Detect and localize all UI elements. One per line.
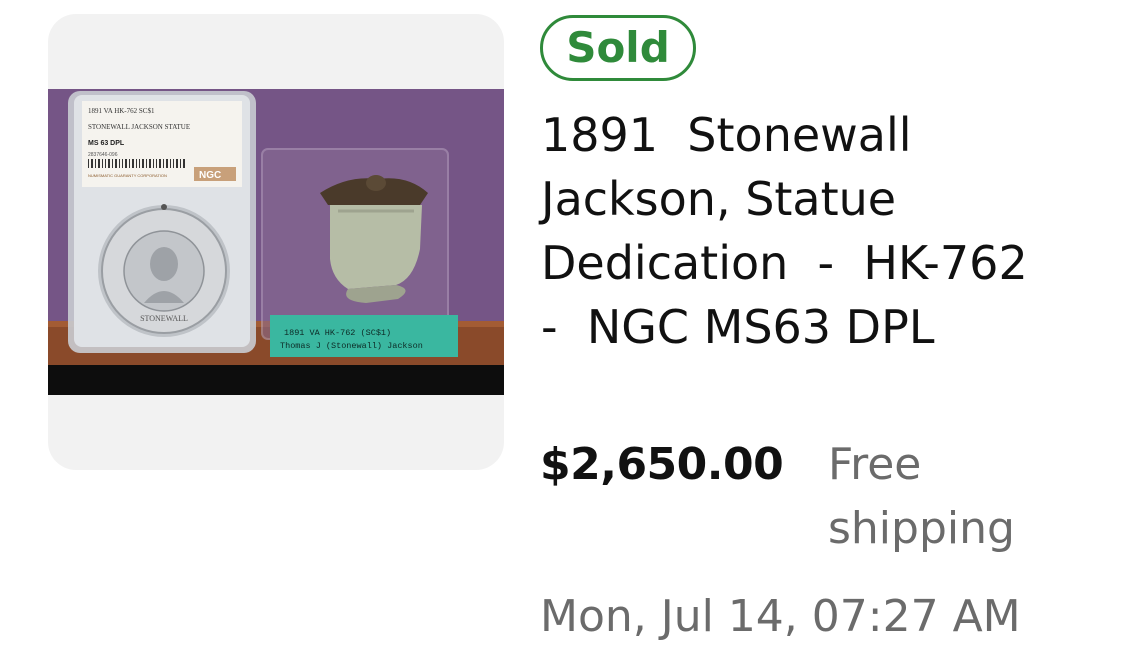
shipping-info: Free shipping [828, 439, 1015, 554]
item-thumbnail[interactable]: 1891 VA HK-762 SC$1 STONEWALL JACKSON ST… [48, 14, 504, 470]
item-tag: 1891 VA HK-762 (SC$1) Thomas J (Stonewal… [270, 315, 458, 357]
slab-label-serial: 2837646-096 [88, 152, 118, 158]
slab-label-brand: NGC [199, 170, 221, 181]
slab-label-line2: STONEWALL JACKSON STATUE [88, 123, 190, 131]
item-photo: 1891 VA HK-762 SC$1 STONEWALL JACKSON ST… [48, 89, 504, 395]
slab-label-footer: NUMISMATIC GUARANTY CORPORATION [88, 173, 167, 178]
listing-card[interactable]: 1891 VA HK-762 SC$1 STONEWALL JACKSON ST… [0, 0, 1125, 667]
item-photo-graphic: 1891 VA HK-762 SC$1 STONEWALL JACKSON ST… [48, 89, 504, 395]
slab-label-grade: MS 63 DPL [88, 140, 125, 147]
tag-line1: 1891 VA HK-762 (SC$1) [284, 328, 391, 338]
tag-line2: Thomas J (Stonewall) Jackson [280, 341, 423, 351]
medal-inscription: STONEWALL [140, 314, 188, 323]
slab-label-line1: 1891 VA HK-762 SC$1 [88, 107, 155, 115]
status-badge: Sold [540, 15, 696, 81]
coin-slab: 1891 VA HK-762 SC$1 STONEWALL JACKSON ST… [68, 91, 256, 353]
item-title[interactable]: 1891 Stonewall Jackson, Statue Dedicatio… [541, 103, 1061, 359]
item-price: $2,650.00 [540, 439, 784, 490]
sold-date: Mon, Jul 14, 07:27 AM [540, 591, 1021, 642]
ribbon-medal [261, 148, 449, 340]
